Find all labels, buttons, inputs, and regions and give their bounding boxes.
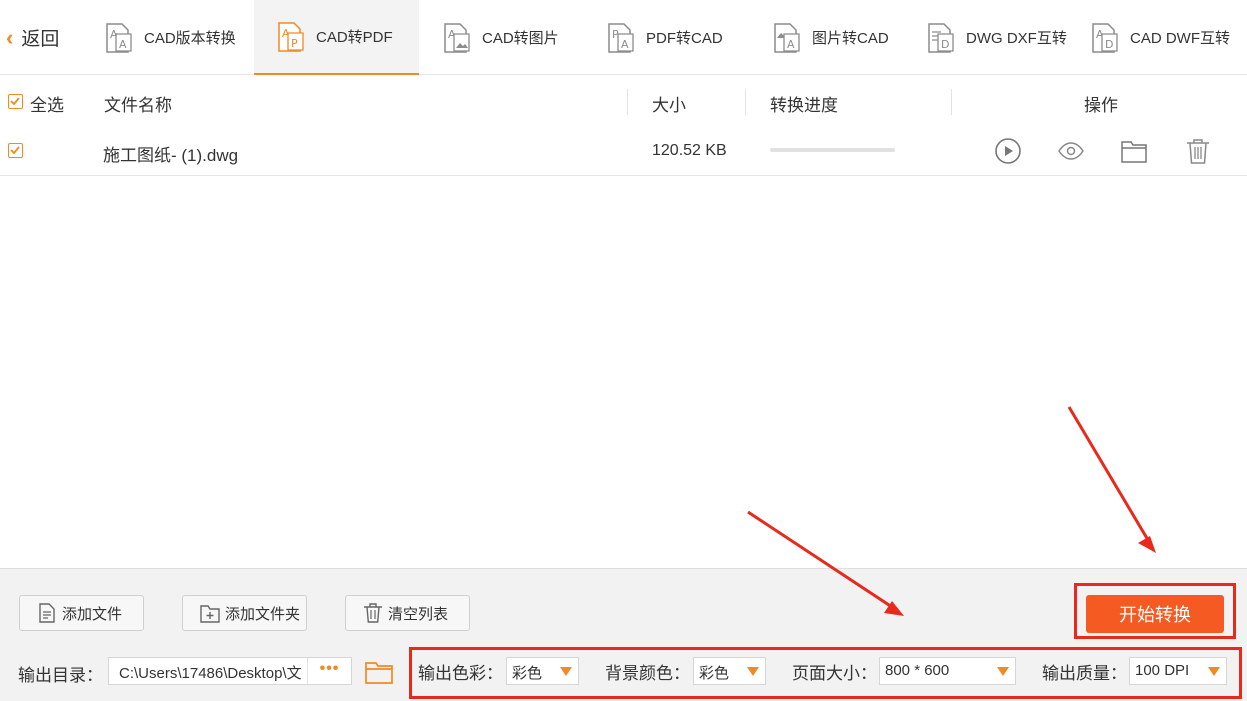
column-divider[interactable] (745, 89, 746, 115)
file-name: 施工图纸- (1).dwg (103, 146, 239, 165)
svg-text:A: A (119, 38, 127, 51)
select-all-checkbox[interactable] (8, 94, 23, 109)
cad-dwf-icon: AD (1090, 22, 1120, 54)
start-convert-button[interactable]: 开始转换 (1086, 595, 1224, 633)
add-file-button[interactable]: 添加文件 (19, 595, 144, 631)
tab-cad-to-pdf[interactable]: AP CAD转PDF (254, 0, 419, 75)
browse-button[interactable]: ••• (307, 658, 351, 684)
tab-label: CAD转PDF (316, 29, 393, 46)
bottom-panel: 添加文件 添加文件夹 清空列表 开始转换 输出目录： C:\Users\1748… (0, 568, 1247, 701)
play-icon[interactable] (994, 137, 1022, 165)
back-button[interactable]: ‹ 返回 (0, 0, 88, 75)
column-divider[interactable] (951, 89, 952, 115)
dwg-dxf-icon: D (926, 22, 956, 54)
file-size: 120.52 KB (652, 142, 727, 159)
arrow-to-start (1067, 406, 1150, 541)
eye-preview-icon[interactable] (1057, 137, 1085, 165)
check-icon (10, 146, 20, 155)
tab-dwg-dxf[interactable]: D DWG DXF互转 (926, 0, 1067, 75)
clear-list-button[interactable]: 清空列表 (345, 595, 470, 631)
tab-cad-to-image[interactable]: A CAD转图片 (442, 0, 559, 75)
add-folder-icon (200, 605, 220, 623)
open-folder-icon[interactable] (364, 657, 394, 687)
trash-icon (364, 603, 382, 623)
output-dir-field[interactable]: C:\Users\17486\Desktop\文 ••• (108, 657, 352, 685)
column-divider[interactable] (627, 89, 628, 115)
add-file-icon (39, 603, 55, 623)
output-dir-label: 输出目录： (18, 666, 103, 685)
clear-list-label: 清空列表 (388, 605, 449, 623)
svg-text:D: D (941, 38, 949, 51)
quality-value: 100 DPI (1135, 662, 1190, 679)
tab-label: CAD DWF互转 (1130, 30, 1230, 47)
add-file-label: 添加文件 (62, 605, 123, 623)
progress-bar (770, 148, 895, 152)
tab-label: DWG DXF互转 (966, 30, 1067, 47)
back-label: 返回 (21, 29, 60, 50)
top-toolbar: ‹ 返回 AA CAD版本转换 AP CAD转PDF A CAD转图片 PA P… (0, 0, 1247, 75)
check-icon (10, 97, 20, 106)
page-size-select[interactable]: 800 * 600 (879, 657, 1016, 685)
column-header-size: 大小 (652, 96, 686, 115)
tab-cad-version[interactable]: AA CAD版本转换 (104, 0, 236, 75)
cad-to-pdf-icon: AP (276, 21, 306, 53)
table-row[interactable]: 施工图纸- (1).dwg 120.52 KB (0, 128, 1247, 176)
background-color-select[interactable]: 彩色 (693, 657, 766, 685)
quality-select[interactable]: 100 DPI (1129, 657, 1227, 685)
tab-image-to-cad[interactable]: A 图片转CAD (772, 0, 889, 75)
background-color-value: 彩色 (699, 665, 730, 682)
image-to-cad-icon: A (772, 22, 802, 54)
tab-label: PDF转CAD (646, 30, 723, 47)
quality-label: 输出质量： (1042, 664, 1127, 683)
color-value: 彩色 (512, 665, 543, 682)
chevron-left-icon: ‹ (6, 24, 14, 50)
svg-text:D: D (1105, 38, 1113, 51)
cad-to-image-icon: A (442, 22, 472, 54)
color-label: 输出色彩： (418, 664, 503, 683)
page-size-label: 页面大小： (792, 664, 877, 683)
file-table-header: 全选 文件名称 大小 转换进度 操作 (0, 76, 1247, 128)
tab-label: 图片转CAD (812, 30, 889, 47)
dropdown-arrow-icon (1208, 667, 1220, 676)
add-folder-button[interactable]: 添加文件夹 (182, 595, 307, 631)
output-dir-value: C:\Users\17486\Desktop\文 (119, 665, 302, 682)
cad-version-icon: AA (104, 22, 134, 54)
tab-label: CAD转图片 (482, 30, 559, 47)
column-header-actions: 操作 (1084, 96, 1118, 115)
tab-pdf-to-cad[interactable]: PA PDF转CAD (606, 0, 723, 75)
svg-text:A: A (787, 38, 795, 51)
tab-cad-dwf[interactable]: AD CAD DWF互转 (1090, 0, 1230, 75)
dropdown-arrow-icon (747, 667, 759, 676)
pdf-to-cad-icon: PA (606, 22, 636, 54)
dropdown-arrow-icon (560, 667, 572, 676)
svg-text:A: A (621, 38, 629, 51)
row-checkbox[interactable] (8, 143, 23, 158)
column-header-name: 文件名称 (104, 96, 172, 115)
color-select[interactable]: 彩色 (506, 657, 579, 685)
trash-icon[interactable] (1184, 137, 1212, 165)
folder-icon[interactable] (1120, 137, 1148, 165)
dropdown-arrow-icon (997, 667, 1009, 676)
tab-label: CAD版本转换 (144, 30, 236, 47)
background-color-label: 背景颜色： (605, 664, 690, 683)
arrowhead (1138, 536, 1156, 553)
column-header-progress: 转换进度 (770, 96, 838, 115)
add-folder-label: 添加文件夹 (225, 605, 301, 623)
select-all-label[interactable]: 全选 (30, 91, 64, 116)
app-window: ‹ 返回 AA CAD版本转换 AP CAD转PDF A CAD转图片 PA P… (0, 0, 1247, 701)
svg-text:P: P (291, 37, 298, 50)
page-size-value: 800 * 600 (885, 662, 950, 679)
